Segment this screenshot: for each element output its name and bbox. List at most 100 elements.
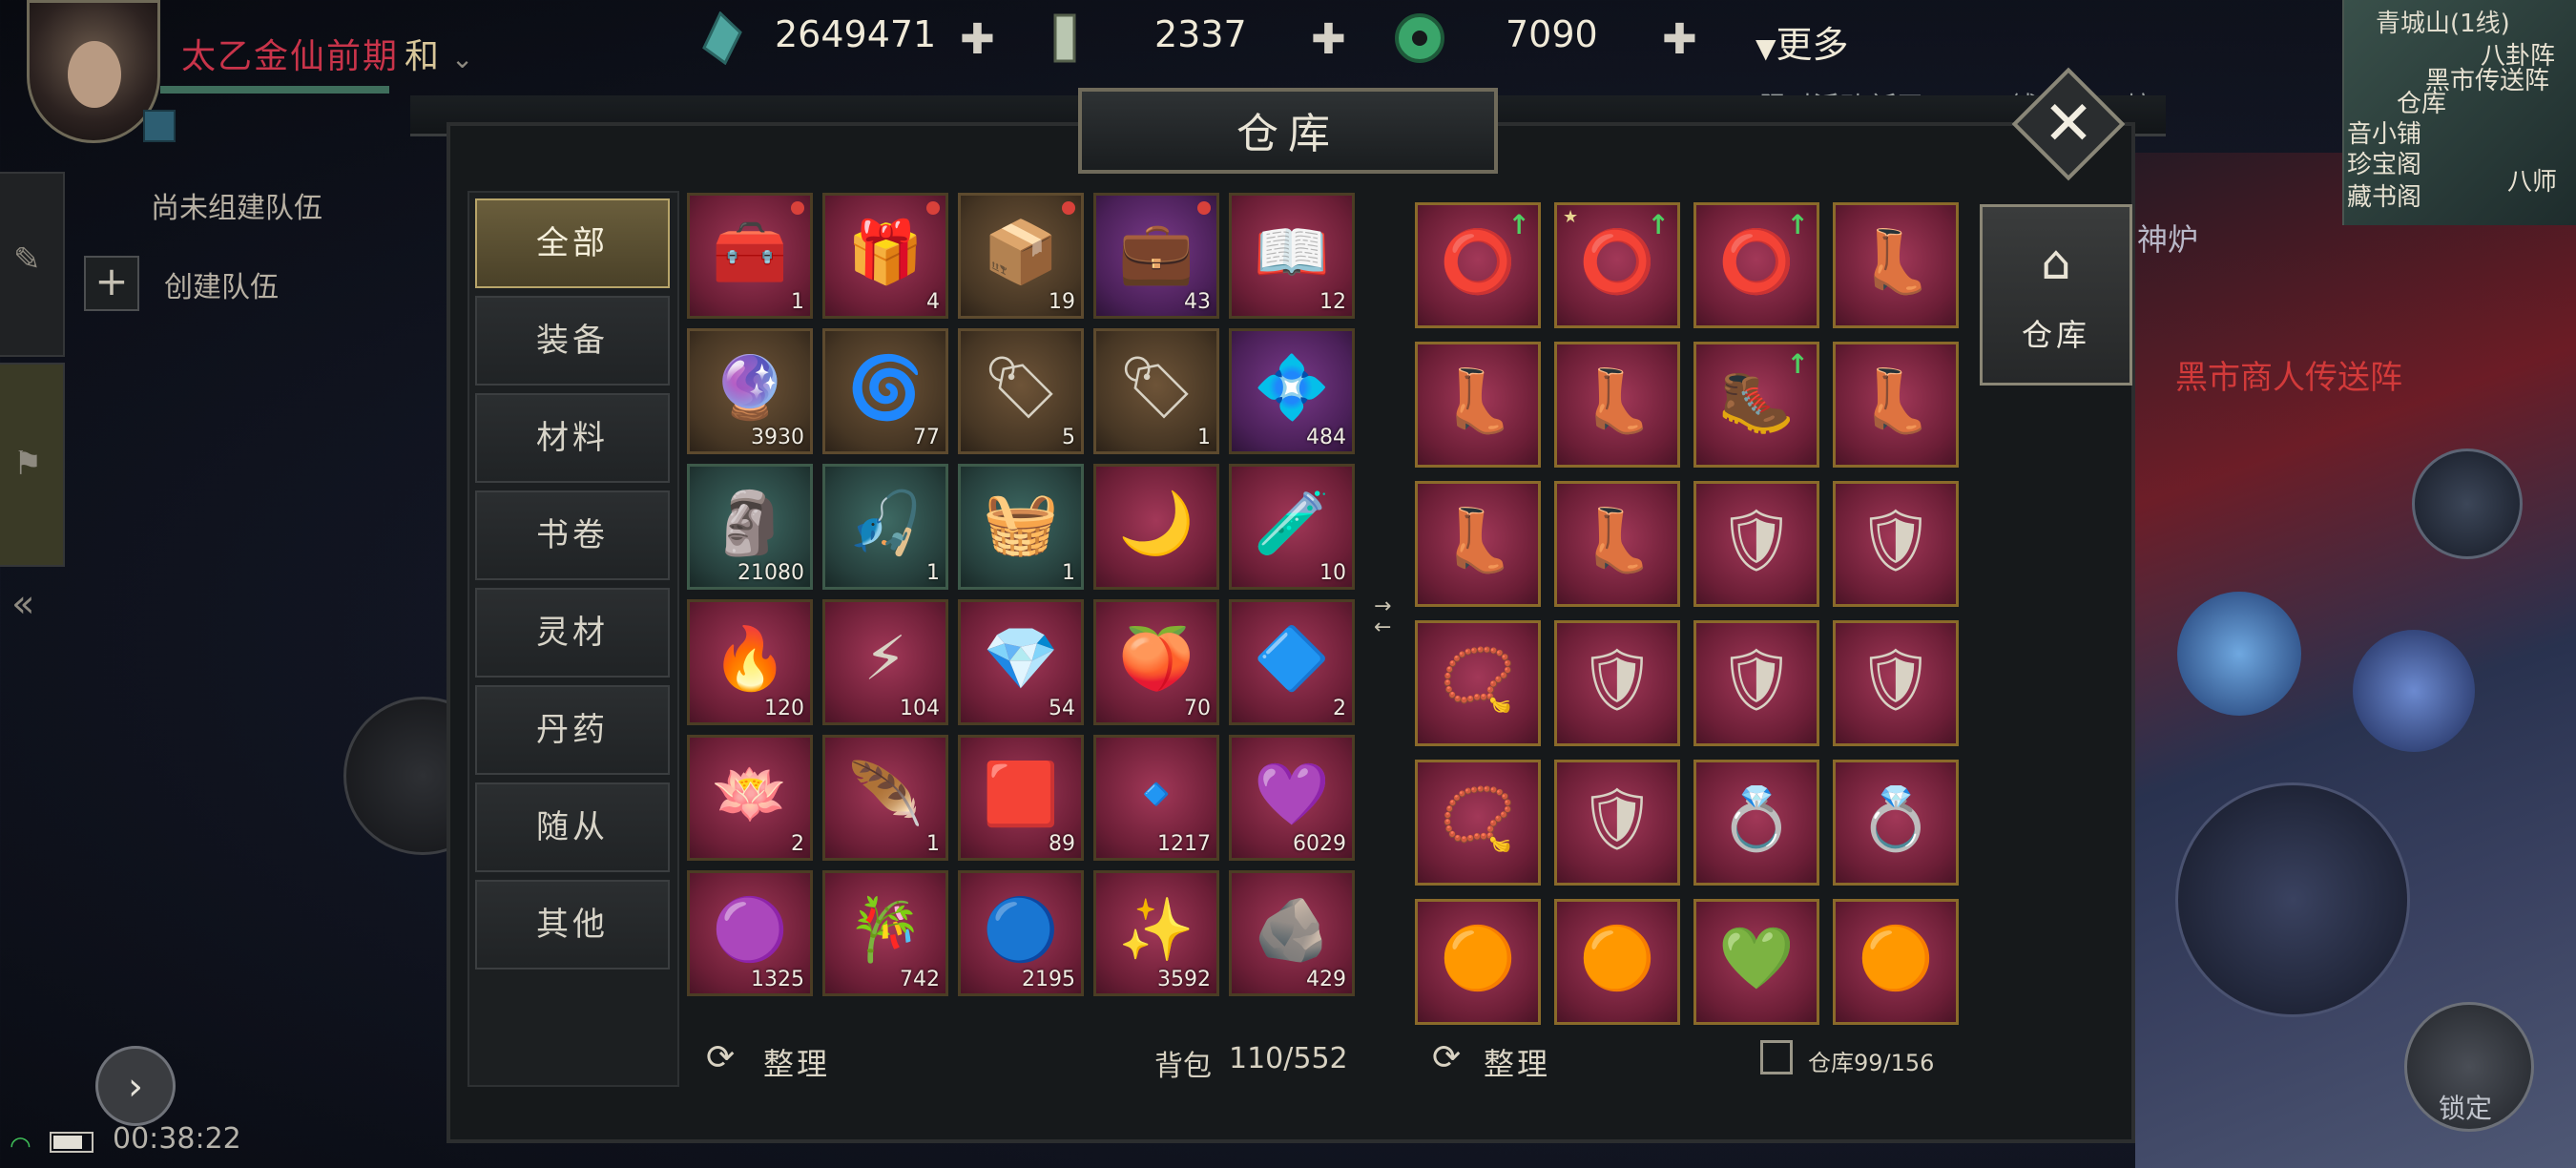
tab-warehouse[interactable] xyxy=(1980,204,2132,386)
bag-item-slot[interactable]: 🍑 70 xyxy=(1093,599,1219,725)
warehouse-item-slot[interactable]: 👢 xyxy=(1833,342,1959,468)
add-currency-button[interactable]: ✚ xyxy=(960,15,995,64)
warehouse-item-slot[interactable]: 💍 xyxy=(1833,760,1959,886)
minimap-title: 青城山(1线) xyxy=(2376,10,2510,38)
create-team-button[interactable]: + xyxy=(84,256,139,311)
bag-item-slot[interactable]: 🔵 2195 xyxy=(958,870,1084,996)
ruby-bracer-icon: 🛡 xyxy=(1578,784,1656,855)
category-equipment[interactable]: 装备 xyxy=(475,296,670,386)
bag-item-slot[interactable]: 🎋 742 xyxy=(822,870,948,996)
minimap-label: 珍宝阁 xyxy=(2347,151,2422,179)
skill-orb-diamond[interactable] xyxy=(2353,630,2475,752)
bag-item-slot[interactable]: 🪨 429 xyxy=(1229,870,1355,996)
category-followers[interactable]: 随从 xyxy=(475,782,670,872)
create-team-label[interactable]: 创建队伍 xyxy=(164,263,279,305)
warehouse-item-slot[interactable]: 🟠 xyxy=(1833,899,1959,1025)
warehouse-item-slot[interactable]: ⭕ ↑ xyxy=(1415,202,1541,328)
category-books[interactable]: 书卷 xyxy=(475,490,670,580)
more-menu-button[interactable]: ▼更多 xyxy=(1755,15,1849,68)
attack-joystick[interactable] xyxy=(2175,782,2410,1017)
category-other[interactable]: 其他 xyxy=(475,880,670,970)
bag-item-slot[interactable]: 📖 12 xyxy=(1229,193,1355,319)
warehouse-item-slot[interactable]: 🛡 xyxy=(1554,620,1680,746)
bag-item-slot[interactable]: 🔮 3930 xyxy=(687,328,813,454)
category-spirit-materials[interactable]: 灵材 xyxy=(475,588,670,678)
bag-item-slot[interactable]: 🧰 1 xyxy=(687,193,813,319)
warehouse-item-slot[interactable]: 🟠 xyxy=(1554,899,1680,1025)
bag-item-slot[interactable]: 🎣 1 xyxy=(822,464,948,590)
add-currency-button[interactable]: ✚ xyxy=(1311,15,1346,64)
refresh-icon[interactable]: ⟳ xyxy=(1432,1038,1461,1077)
bag-item-slot[interactable]: 📦 19 xyxy=(958,193,1084,319)
side-tab-team[interactable]: ⚑ xyxy=(0,363,65,567)
bag-item-slot[interactable]: 💜 6029 xyxy=(1229,735,1355,861)
collapse-left-icon[interactable]: « xyxy=(11,582,34,626)
warehouse-item-slot[interactable]: ⭕ ↑ xyxy=(1693,202,1819,328)
warehouse-item-slot[interactable]: 💚 xyxy=(1693,899,1819,1025)
refresh-icon[interactable]: ⟳ xyxy=(706,1038,735,1077)
add-currency-button[interactable]: ✚ xyxy=(1662,15,1697,64)
player-avatar[interactable] xyxy=(27,0,160,143)
bag-item-slot[interactable]: 🏷 1 xyxy=(1093,328,1219,454)
category-all[interactable]: 全部 xyxy=(475,198,670,288)
bag-item-slot[interactable]: 🔥 120 xyxy=(687,599,813,725)
sort-bag-button[interactable]: 整理 xyxy=(763,1040,830,1084)
warehouse-item-slot[interactable]: 👢 xyxy=(1833,202,1959,328)
warehouse-item-slot[interactable]: 🛡 xyxy=(1554,760,1680,886)
warehouse-item-slot[interactable]: 🛡 xyxy=(1693,620,1819,746)
warehouse-item-slot[interactable]: 👢 xyxy=(1554,481,1680,607)
warehouse-item-slot[interactable]: 🛡 xyxy=(1833,620,1959,746)
warehouse-icon: ⌂ xyxy=(2041,235,2071,290)
sort-warehouse-button[interactable]: 整理 xyxy=(1484,1040,1550,1084)
warehouse-item-slot[interactable]: 🛡 xyxy=(1833,481,1959,607)
close-icon[interactable]: ✕ xyxy=(2028,84,2109,164)
bag-item-slot[interactable]: 🪶 1 xyxy=(822,735,948,861)
taiji-icon[interactable] xyxy=(2412,448,2523,559)
player-realm-text: 太乙金仙前期 xyxy=(181,37,400,76)
chevron-down-icon[interactable]: ⌄ xyxy=(441,43,475,74)
bag-item-slot[interactable]: 🟣 1325 xyxy=(687,870,813,996)
warehouse-item-slot[interactable]: 📿 xyxy=(1415,760,1541,886)
phoenix-feather-icon: 🪶 xyxy=(847,760,924,830)
bag-item-slot[interactable]: 🌙 xyxy=(1093,464,1219,590)
warehouse-item-slot[interactable]: ⭕ ↑ ★ xyxy=(1554,202,1680,328)
category-pills[interactable]: 丹药 xyxy=(475,685,670,775)
bag-item-slot[interactable]: 🟥 89 xyxy=(958,735,1084,861)
warehouse-item-slot[interactable]: 👢 xyxy=(1415,481,1541,607)
orange-chest-icon: 📦 xyxy=(983,218,1059,288)
jade-coin-icon xyxy=(1393,11,1444,65)
bag-item-slot[interactable]: 🧪 10 xyxy=(1229,464,1355,590)
warehouse-item-slot[interactable]: 👢 xyxy=(1554,342,1680,468)
bag-item-slot[interactable]: 🌀 77 xyxy=(822,328,948,454)
bag-item-slot[interactable]: 🏷 5 xyxy=(958,328,1084,454)
category-materials[interactable]: 材料 xyxy=(475,393,670,483)
bag-item-slot[interactable]: 🗿 21080 xyxy=(687,464,813,590)
bag-item-slot[interactable]: ✨ 3592 xyxy=(1093,870,1219,996)
bag-item-slot[interactable]: 🔹 1217 xyxy=(1093,735,1219,861)
bag-item-slot[interactable]: 🪷 2 xyxy=(687,735,813,861)
warehouse-grid[interactable]: ⭕ ↑ ⭕ ↑ ★ ⭕ ↑ 👢 👢 👢 🥾 ↑ 👢 👢 👢 🛡 🛡 📿 🛡 🛡 🛡 📿 🛡 💍 💍 🟠 🟠 💚 🟠 xyxy=(1415,202,1968,1029)
upgrade-arrow-icon: ↑ xyxy=(1647,209,1670,240)
bag-item-slot[interactable]: 💎 54 xyxy=(958,599,1084,725)
bag-footer: ⟳ 整理 背包 110/552 xyxy=(687,1031,1355,1088)
bag-grid[interactable]: 🧰 1 🎁 4 📦 19 💼 43 📖 12 🔮 3930 🌀 77 🏷 5 🏷 1 💠 484 🗿 21080 🎣 1 🧺 1 🌙… xyxy=(687,193,1355,1023)
warehouse-item-slot[interactable]: 👢 xyxy=(1415,342,1541,468)
bag-item-slot[interactable]: 🎁 4 xyxy=(822,193,948,319)
skill-orb-blue[interactable] xyxy=(2177,592,2301,716)
swirl-orb-icon: 🟣 xyxy=(712,895,788,966)
side-tab-quest[interactable]: ✎ xyxy=(0,172,65,357)
warehouse-item-slot[interactable]: 📿 xyxy=(1415,620,1541,746)
bag-item-slot[interactable]: 🧺 1 xyxy=(958,464,1084,590)
warehouse-item-slot[interactable]: 🥾 ↑ xyxy=(1693,342,1819,468)
item-count: 120 xyxy=(764,697,804,720)
bag-item-slot[interactable]: 💠 484 xyxy=(1229,328,1355,454)
warehouse-item-slot[interactable]: 🟠 xyxy=(1415,899,1541,1025)
bag-item-slot[interactable]: 🔷 2 xyxy=(1229,599,1355,725)
expand-menu-button[interactable]: › xyxy=(95,1046,176,1126)
bag-item-slot[interactable]: 💼 43 xyxy=(1093,193,1219,319)
warehouse-item-slot[interactable]: 💍 xyxy=(1693,760,1819,886)
bag-item-slot[interactable]: ⚡ 104 xyxy=(822,599,948,725)
relation-label: 和 xyxy=(405,37,442,76)
water-orb-icon: 🔵 xyxy=(983,895,1059,966)
warehouse-item-slot[interactable]: 🛡 xyxy=(1693,481,1819,607)
